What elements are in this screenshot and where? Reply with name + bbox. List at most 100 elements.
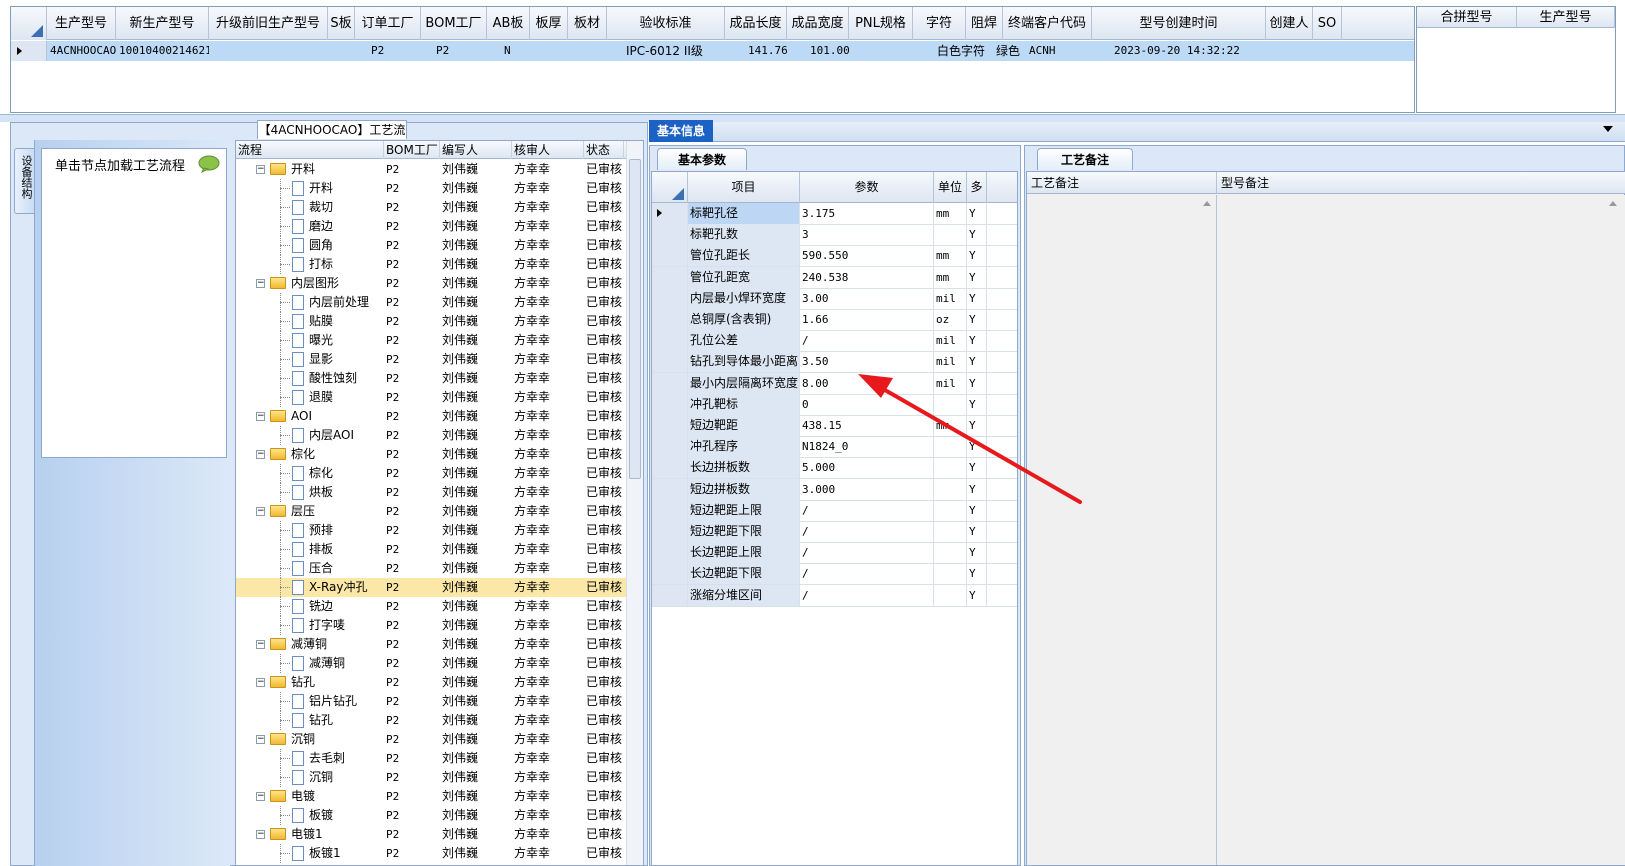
tree-step-row[interactable]: 打标 P2 刘伟巍 方幸幸 已审核 xyxy=(236,255,626,274)
param-row[interactable]: 最小内层隔离环宽度 8.00 mil Y xyxy=(652,372,1017,395)
cell-product-width[interactable]: 101.000 xyxy=(807,41,849,61)
cell-s-board[interactable] xyxy=(328,41,355,61)
tree-step-row[interactable]: 铣边 P2 刘伟巍 方幸幸 已审核 xyxy=(236,597,626,616)
tree-group-row[interactable]: − 电镀 P2 刘伟巍 方幸幸 已审核 xyxy=(236,787,626,806)
flow-scroll-thumb[interactable] xyxy=(629,159,641,479)
param-row[interactable]: 涨缩分堆区间 / Y xyxy=(652,584,1017,607)
cell-bom-factory[interactable]: P2 xyxy=(433,41,487,61)
param-row[interactable]: 孔位公差 / mil Y xyxy=(652,330,1017,353)
tree-step-row[interactable]: 减薄铜 P2 刘伟巍 方幸幸 已审核 xyxy=(236,654,626,673)
horizontal-splitter[interactable] xyxy=(0,114,1625,122)
col-flow[interactable]: 流程 xyxy=(236,141,384,159)
param-row[interactable]: 内层最小焊环宽度 3.00 mil Y xyxy=(652,287,1017,310)
tab-basic-params[interactable]: 基本参数 xyxy=(657,148,747,170)
col-production-model[interactable]: 生产型号 xyxy=(47,7,116,40)
tree-step-row[interactable]: 板镀 P2 刘伟巍 方幸幸 已审核 xyxy=(236,806,626,825)
col-pnl-spec[interactable]: PNL规格 xyxy=(849,7,913,40)
col-order-factory[interactable]: 订单工厂 xyxy=(355,7,421,40)
param-row[interactable]: 标靶孔数 3 Y xyxy=(652,224,1017,247)
param-value[interactable]: 3.00 xyxy=(800,287,934,309)
tree-step-row[interactable]: 贴膜 P2 刘伟巍 方幸幸 已审核 xyxy=(236,312,626,331)
param-row[interactable]: 长边拼板数 5.000 Y xyxy=(652,457,1017,480)
tree-step-row[interactable]: 棕化 P2 刘伟巍 方幸幸 已审核 xyxy=(236,464,626,483)
tree-step-row[interactable]: 钻孔 P2 刘伟巍 方幸幸 已审核 xyxy=(236,711,626,730)
tree-group-row[interactable]: − 层压 P2 刘伟巍 方幸幸 已审核 xyxy=(236,502,626,521)
cell-product-length[interactable]: 141.760 xyxy=(745,41,787,61)
param-value[interactable]: N1824_0 xyxy=(800,436,934,458)
tree-step-row[interactable]: 去毛刺 P2 刘伟巍 方幸幸 已审核 xyxy=(236,749,626,768)
col-flow-bom-factory[interactable]: BOM工厂 xyxy=(384,141,440,159)
param-value[interactable]: 438.15 xyxy=(800,415,934,436)
tab-process-remarks[interactable]: 工艺备注 xyxy=(1037,148,1133,170)
param-value[interactable]: 5.000 xyxy=(800,457,934,479)
collapse-toggle-icon[interactable]: − xyxy=(256,165,265,174)
tree-group-row[interactable]: − 钻孔 P2 刘伟巍 方幸幸 已审核 xyxy=(236,673,626,692)
tree-group-row[interactable]: − AOI P2 刘伟巍 方幸幸 已审核 xyxy=(236,407,626,426)
param-value[interactable]: 590.550 xyxy=(800,245,934,267)
col-created-time[interactable]: 型号创建时间 xyxy=(1092,7,1266,40)
param-row[interactable]: 冲孔靶标 0 Y xyxy=(652,393,1017,416)
param-value[interactable]: / xyxy=(800,584,934,606)
tree-group-row[interactable]: − 沉铜 P2 刘伟巍 方幸幸 已审核 xyxy=(236,730,626,749)
col-bom-factory[interactable]: BOM工厂 xyxy=(421,7,487,40)
tree-step-row[interactable]: 压合 P2 刘伟巍 方幸幸 已审核 xyxy=(236,559,626,578)
tree-step-row[interactable]: 退膜 P2 刘伟巍 方幸幸 已审核 xyxy=(236,388,626,407)
tree-step-row[interactable]: 裁切 P2 刘伟巍 方幸幸 已审核 xyxy=(236,198,626,217)
param-row[interactable]: 管位孔距长 590.550 mm Y xyxy=(652,245,1017,268)
collapse-toggle-icon[interactable]: − xyxy=(256,640,265,649)
tree-step-row[interactable]: 圆角 P2 刘伟巍 方幸幸 已审核 xyxy=(236,236,626,255)
col-reviewer[interactable]: 核审人 xyxy=(512,141,584,159)
param-row[interactable]: 长边靶距上限 / Y xyxy=(652,542,1017,565)
param-row[interactable]: 短边靶距上限 / Y xyxy=(652,499,1017,522)
param-row[interactable]: 短边靶距 438.15 mm Y xyxy=(652,415,1017,437)
param-value[interactable]: 240.538 xyxy=(800,266,934,288)
param-value[interactable]: 3 xyxy=(800,224,934,246)
param-row[interactable]: 短边靶距下限 / Y xyxy=(652,521,1017,543)
col-param[interactable]: 参数 xyxy=(800,172,934,203)
tree-step-row[interactable]: X-Ray冲孔 P2 刘伟巍 方幸幸 已审核 xyxy=(236,578,626,597)
col-merge-production-model[interactable]: 生产型号 xyxy=(1517,7,1615,28)
cell-character[interactable]: 白色字符 xyxy=(934,41,994,61)
param-value[interactable]: / xyxy=(800,521,934,542)
col-unit[interactable]: 单位 xyxy=(934,172,967,203)
tree-step-row[interactable]: 酸性蚀刻 P2 刘伟巍 方幸幸 已审核 xyxy=(236,369,626,388)
cell-created-time[interactable]: 2023-09-20 14:32:22 xyxy=(1111,41,1266,61)
col-old-production-model[interactable]: 升级前旧生产型号 xyxy=(209,7,328,40)
col-material[interactable]: 板材 xyxy=(568,7,607,40)
collapse-toggle-icon[interactable]: − xyxy=(256,507,265,516)
tree-group-row[interactable]: − 电镀1 P2 刘伟巍 方幸幸 已审核 xyxy=(236,825,626,844)
col-merge-model[interactable]: 合拼型号 xyxy=(1417,7,1517,28)
chat-bubble-icon[interactable] xyxy=(198,155,220,173)
param-row[interactable]: 长边靶距下限 / Y xyxy=(652,563,1017,586)
param-value[interactable]: / xyxy=(800,563,934,585)
col-customer-code[interactable]: 终端客户代码 xyxy=(1003,7,1092,40)
collapse-toggle-icon[interactable]: − xyxy=(256,279,265,288)
cell-old-production-model[interactable] xyxy=(209,41,328,61)
process-flow-tree[interactable]: 流程 BOM工厂 编写人 核审人 状态 − 开料 P2 刘伟巍 方幸幸 已审核 开料 P2 刘伟… xyxy=(235,140,644,866)
cell-creator[interactable] xyxy=(1266,41,1313,61)
model-remark-textarea[interactable] xyxy=(1217,195,1625,865)
col-writer[interactable]: 编写人 xyxy=(440,141,512,159)
param-value[interactable]: 0 xyxy=(800,393,934,415)
param-row[interactable]: 标靶孔径 3.175 mm Y xyxy=(652,203,1017,225)
tree-step-row[interactable]: 铝片钻孔 P2 刘伟巍 方幸幸 已审核 xyxy=(236,692,626,711)
collapse-toggle-icon[interactable]: − xyxy=(256,678,265,687)
tree-step-row[interactable]: 预排 P2 刘伟巍 方幸幸 已审核 xyxy=(236,521,626,540)
cell-pnl-spec[interactable] xyxy=(849,41,913,61)
col-multi[interactable]: 多 xyxy=(967,172,987,203)
flow-scrollbar[interactable] xyxy=(626,141,643,865)
col-new-production-model[interactable]: 新生产型号 xyxy=(116,7,209,40)
cell-order-factory[interactable]: P2 xyxy=(368,41,421,61)
scroll-up-icon[interactable] xyxy=(1203,201,1211,206)
params-grid-corner[interactable] xyxy=(652,172,688,203)
collapse-toggle-icon[interactable]: − xyxy=(256,830,265,839)
tree-step-row[interactable]: 打字唛 P2 刘伟巍 方幸幸 已审核 xyxy=(236,616,626,635)
col-product-length[interactable]: 成品长度 xyxy=(725,7,787,40)
tree-group-row[interactable]: − 减薄铜 P2 刘伟巍 方幸幸 已审核 xyxy=(236,635,626,654)
dropdown-arrow-icon[interactable] xyxy=(1603,126,1613,132)
collapse-toggle-icon[interactable]: − xyxy=(256,792,265,801)
param-row[interactable]: 短边拼板数 3.000 Y xyxy=(652,478,1017,501)
param-value[interactable]: 3.175 xyxy=(800,203,934,224)
col-product-width[interactable]: 成品宽度 xyxy=(787,7,849,40)
cell-customer-code[interactable]: ACNH xyxy=(1026,41,1092,61)
